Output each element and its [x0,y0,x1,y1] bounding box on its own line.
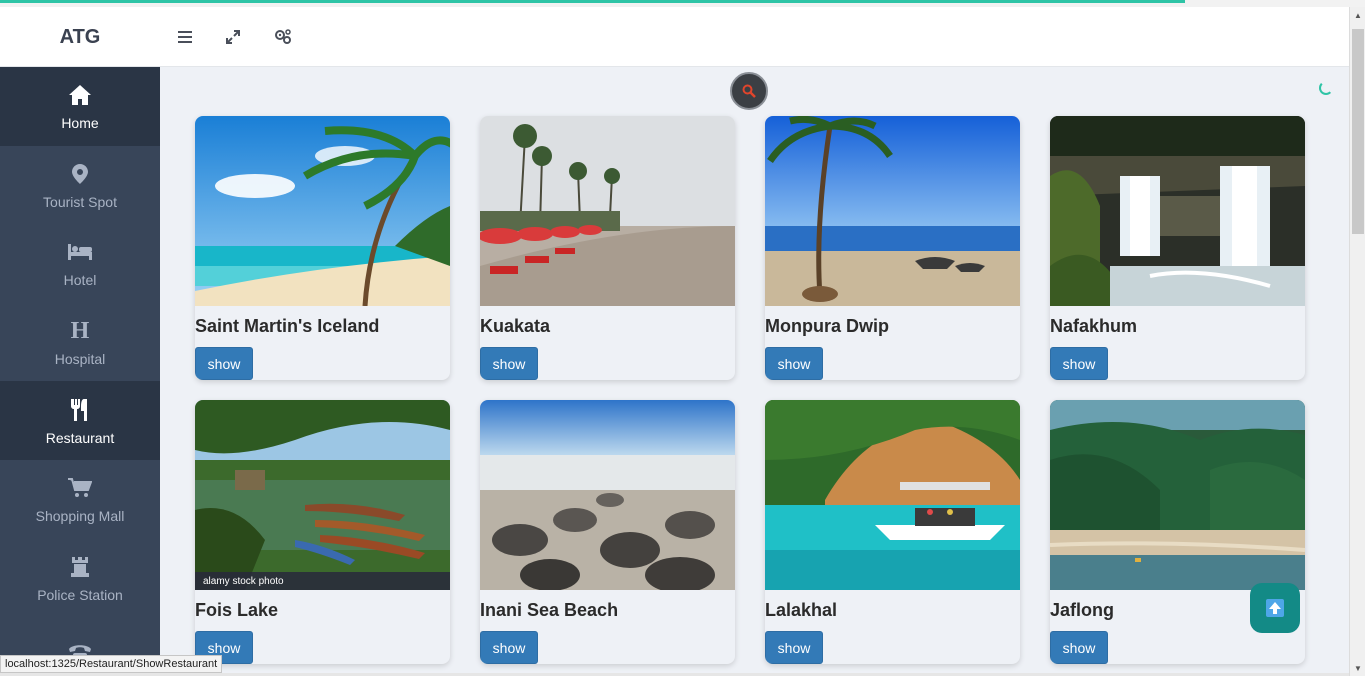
place-card: Kuakata show [480,116,735,380]
hospital-h-icon: H [70,317,90,344]
card-photo [765,400,1020,590]
place-card: Monpura Dwip show [765,116,1020,380]
place-card: Inani Sea Beach show [480,400,735,664]
card-title: Monpura Dwip [765,316,889,336]
page-loading-bar-track [1185,0,1365,7]
card-photo [765,116,1020,306]
main-content: Saint Martin's Iceland show Kuakata show [160,67,1349,676]
scroll-to-top-button[interactable] [1250,583,1300,633]
bed-icon [68,238,92,266]
search-icon [742,84,756,98]
scroll-down-arrow-icon[interactable]: ▼ [1350,660,1365,676]
card-title: Nafakhum [1050,316,1138,336]
show-button[interactable]: show [480,631,538,664]
top-navbar: ATG [0,7,1349,67]
brand-logo[interactable]: ATG [0,7,160,67]
sidebar-nav: Home Tourist Spot Hotel H Hospital Resta… [0,67,160,676]
home-icon [68,81,92,109]
card-photo [195,116,450,306]
menu-icon[interactable] [173,25,197,49]
card-title: Kuakata [480,316,551,336]
card-photo [1050,116,1305,306]
show-button[interactable]: show [195,347,253,380]
scroll-up-arrow-icon[interactable]: ▲ [1350,7,1365,23]
arrow-up-icon [1266,599,1284,617]
card-title: Lalakhal [765,600,838,620]
card-title: Inani Sea Beach [480,600,619,620]
sidebar-item-hotel[interactable]: Hotel [0,224,160,303]
page-loading-bar [0,0,1185,7]
sidebar-item-home[interactable]: Home [0,67,160,146]
place-card: Nafakhum show [1050,116,1305,380]
show-button[interactable]: show [1050,347,1108,380]
tower-icon [70,553,90,581]
sidebar-item-label: Tourist Spot [43,193,117,210]
sidebar-item-tourist-spot[interactable]: Tourist Spot [0,146,160,225]
map-marker-icon [72,160,88,188]
card-photo [480,400,735,590]
cutlery-icon [69,396,91,424]
sidebar-item-label: Shopping Mall [35,508,125,525]
card-photo [1050,400,1305,590]
expand-icon[interactable] [221,25,245,49]
card-title: Saint Martin's Iceland [195,316,380,336]
show-button[interactable]: show [1050,631,1108,664]
vertical-scrollbar[interactable]: ▲ ▼ [1349,7,1365,676]
show-button[interactable]: show [480,347,538,380]
card-photo [480,116,735,306]
search-button[interactable] [730,72,768,110]
sidebar-item-label: Hospital [54,351,106,368]
photo-watermark: alamy stock photo [195,572,450,590]
card-photo [195,400,450,590]
card-title: Jaflong [1050,600,1115,620]
place-card: Lalakhal show [765,400,1020,664]
show-button[interactable]: show [765,631,823,664]
sidebar-item-restaurant[interactable]: Restaurant [0,381,160,460]
browser-status-url: localhost:1325/Restaurant/ShowRestaurant [0,655,223,673]
show-button[interactable]: show [765,347,823,380]
sidebar-item-shopping-mall[interactable]: Shopping Mall [0,460,160,539]
settings-icon[interactable] [271,25,295,49]
sidebar-item-police-station[interactable]: Police Station [0,539,160,618]
loading-spinner-icon [1319,81,1333,95]
sidebar-item-label: Restaurant [45,429,115,446]
place-card: alamy stock photo Fois Lake show [195,400,450,664]
cart-icon [68,474,92,502]
scrollbar-thumb[interactable] [1352,29,1364,234]
sidebar-item-label: Police Station [37,586,123,603]
sidebar-item-label: Hotel [63,272,97,289]
place-card: Saint Martin's Iceland show [195,116,450,380]
sidebar-item-label: Home [61,115,99,132]
sidebar-item-hospital[interactable]: H Hospital [0,303,160,382]
card-title: Fois Lake [195,600,279,620]
